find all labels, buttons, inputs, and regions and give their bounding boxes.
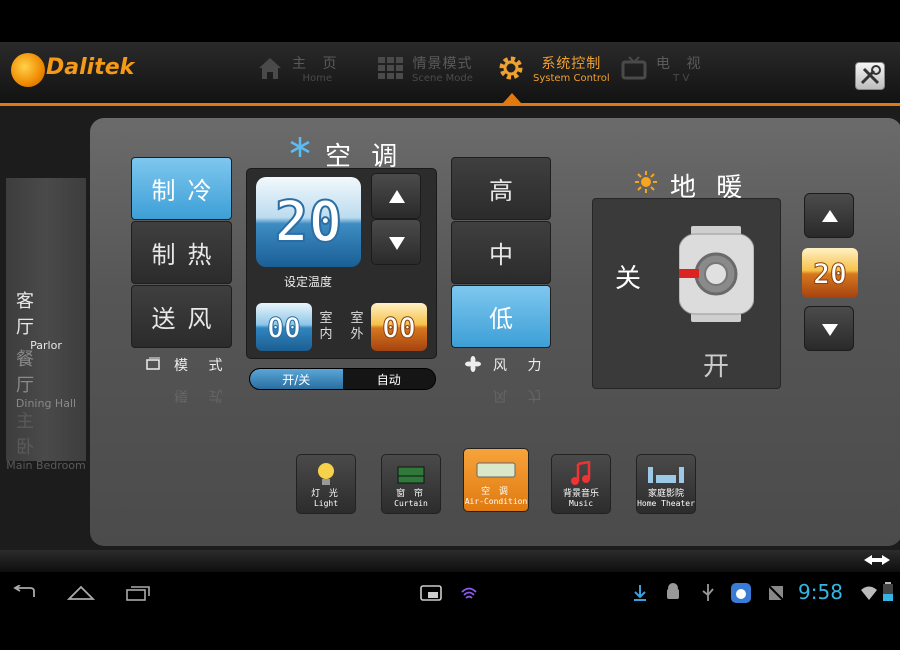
curtain-icon [397, 466, 425, 484]
fan-low-button[interactable]: 低 [451, 285, 551, 348]
device-curtain[interactable]: 窗 帘 Curtain [381, 454, 441, 514]
fan-medium-button[interactable]: 中 [451, 221, 551, 284]
arrow-up-icon [389, 190, 405, 203]
nav-system-label: 系统控制 [541, 55, 602, 72]
theater-icon [648, 467, 684, 483]
power-auto-toggle[interactable]: 开/关 自动 [249, 368, 436, 390]
mode-label-reflection: 模 式 [174, 387, 231, 403]
home-nav-icon[interactable] [67, 585, 95, 601]
room-dining-label: 餐 厅 [16, 349, 44, 396]
status-clock: 9:58 [798, 580, 843, 604]
usb-icon [702, 584, 714, 601]
device-music-label: 背景音乐 [562, 489, 599, 499]
temp-down-button[interactable] [371, 219, 421, 265]
temp-up-button[interactable] [371, 173, 421, 219]
music-icon [571, 461, 591, 485]
tv-icon [621, 56, 647, 80]
room-parlor-label: 客 厅 [16, 291, 44, 338]
fan-icon [465, 356, 481, 372]
nav-scene-en: Scene Mode [412, 72, 473, 84]
nav-home[interactable]: 主 页 Home [256, 48, 342, 88]
auto-toggle[interactable]: 自动 [343, 369, 436, 389]
arrow-up-icon [822, 210, 838, 222]
floor-heat-on-label: 开 [703, 352, 730, 382]
room-bedroom-en: Main Bedroom [6, 459, 86, 472]
room-dining-hall[interactable]: 餐 厅 Dining Hall [6, 349, 86, 410]
app-logo: Dalitek [46, 55, 135, 80]
nav-home-en: Home [302, 72, 332, 84]
screen-icon[interactable] [420, 584, 442, 602]
home-icon [259, 58, 281, 79]
valve-switch[interactable] [679, 224, 754, 324]
device-light-label: 灯 光 [311, 489, 341, 499]
aircon-icon [476, 462, 516, 478]
mode-heat-button[interactable]: 制热 [131, 221, 232, 284]
indoor-label: 室内 [319, 311, 333, 342]
nav-system-control[interactable]: 系统控制 System Control [497, 48, 610, 88]
fan-high-button[interactable]: 高 [451, 157, 551, 220]
download-icon [634, 585, 646, 601]
no-sim-icon [768, 585, 784, 601]
floor-heat-temp-display: 20 [802, 248, 858, 298]
device-home-theater[interactable]: 家庭影院 Home Theater [636, 454, 696, 514]
mode-icon [146, 357, 160, 370]
nav-tv-en: T V [673, 72, 690, 84]
device-light-en: Light [313, 499, 339, 508]
nav-home-label: 主 页 [292, 55, 343, 72]
logo-sun-icon [11, 53, 45, 87]
device-theater-en: Home Theater [637, 499, 695, 508]
tools-icon [860, 65, 881, 85]
device-air-condition[interactable]: 空 调 Air-Condition [463, 448, 529, 512]
room-parlor[interactable]: 客 厅 Parlor [6, 291, 86, 352]
active-tab-indicator [503, 93, 521, 103]
du-app-icon [731, 583, 751, 603]
fan-label-reflection: 风 力 [493, 387, 550, 403]
wifi-icon [861, 586, 877, 600]
nav-tv[interactable]: 电 视T V [620, 48, 706, 88]
fan-label: 风 力 [493, 358, 550, 374]
device-theater-label: 家庭影院 [647, 489, 684, 499]
heat-down-button[interactable] [804, 306, 854, 351]
mode-fan-button[interactable]: 送风 [131, 285, 232, 348]
mode-cool-button[interactable]: 制冷 [131, 157, 232, 220]
back-icon[interactable] [12, 585, 38, 601]
nav-scene-label: 情景模式 [412, 55, 473, 72]
arrow-down-icon [389, 237, 405, 250]
room-main-bedroom[interactable]: 主 卧 Main Bedroom [6, 411, 86, 472]
battery-icon [883, 582, 893, 601]
gear-icon [499, 56, 523, 80]
device-music-en: Music [568, 499, 594, 508]
device-curtain-label: 窗 帘 [396, 489, 426, 499]
bulb-icon [318, 463, 334, 485]
floor-heat-off-label: 关 [615, 264, 642, 294]
nav-system-en: System Control [533, 72, 610, 84]
device-curtain-en: Curtain [394, 499, 428, 508]
nav-tv-label: 电 视 [656, 55, 707, 72]
mode-label: 模 式 [174, 358, 231, 374]
heat-up-button[interactable] [804, 193, 854, 238]
sun-icon [635, 171, 657, 193]
nav-scene-mode[interactable]: 情景模式 Scene Mode [376, 48, 473, 88]
app-root: Dalitek 主 页 Home 情景模式 Scene Mode 系统控制 Syste… [0, 0, 900, 650]
swap-icon[interactable] [862, 553, 892, 567]
outdoor-label: 室外 [350, 311, 364, 342]
set-temp-label: 设定温度 [284, 275, 333, 289]
recent-apps-icon[interactable] [125, 584, 153, 602]
wireless-icon [461, 587, 477, 599]
grid-icon [378, 57, 403, 79]
device-music[interactable]: 背景音乐 Music [551, 454, 611, 514]
device-light[interactable]: 灯 光 Light [296, 454, 356, 514]
room-bedroom-label: 主 卧 [16, 411, 44, 458]
power-toggle[interactable]: 开/关 [250, 369, 343, 389]
tools-button[interactable] [855, 62, 885, 90]
bottom-strip [0, 550, 900, 572]
arrow-down-icon [822, 324, 838, 336]
android-debug-icon [667, 583, 679, 599]
snowflake-icon [290, 137, 310, 157]
indoor-temp-display: 00 [256, 303, 312, 351]
device-aircon-en: Air-Condition [464, 497, 528, 506]
outdoor-temp-display: 00 [371, 303, 427, 351]
set-temperature-display: 20 [256, 177, 361, 267]
device-aircon-label: 空 调 [481, 487, 511, 497]
